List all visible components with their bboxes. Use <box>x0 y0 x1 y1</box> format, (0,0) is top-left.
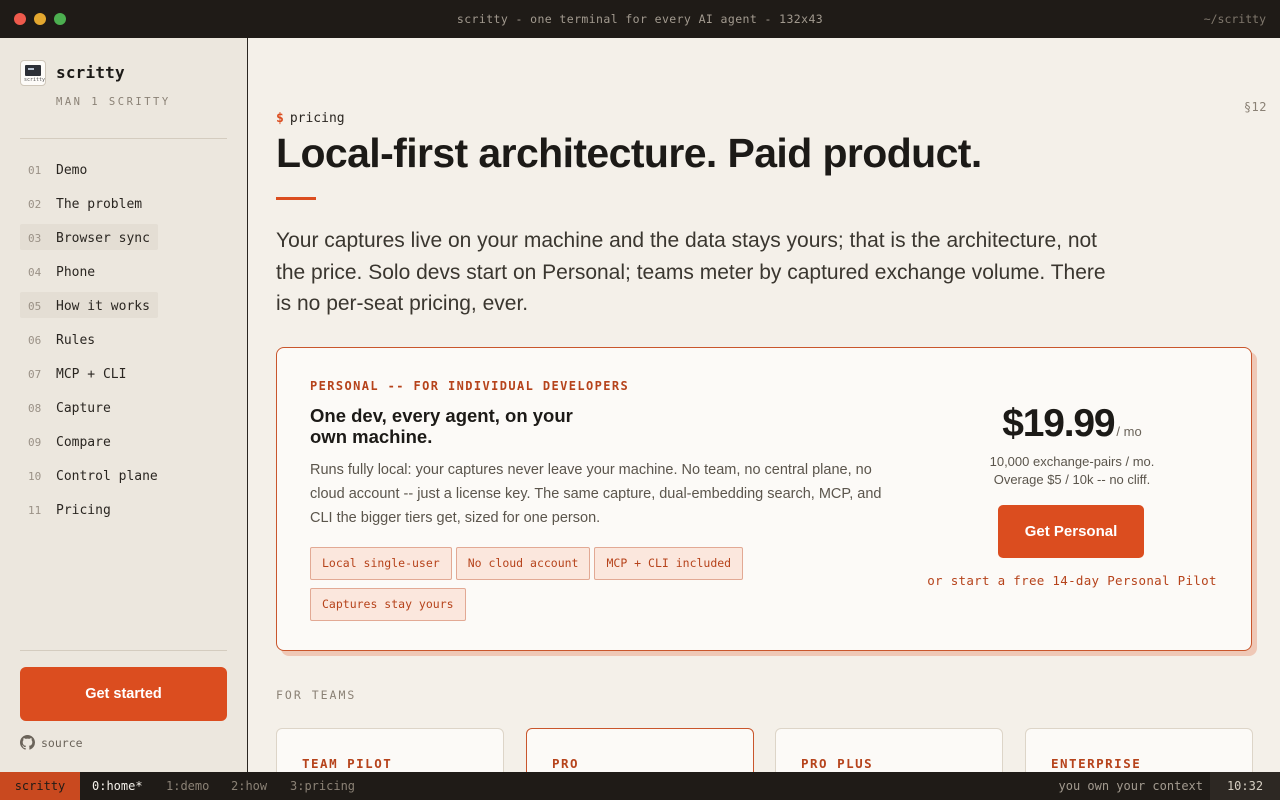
sidebar-item-label: MCP + CLI <box>56 367 127 382</box>
title-bar: scritty - one terminal for every AI agen… <box>0 0 1280 38</box>
source-link-label: source <box>41 736 83 750</box>
source-link[interactable]: source <box>20 735 83 750</box>
sidebar-item-compare[interactable]: 09 Compare <box>20 428 227 462</box>
sidebar-item-control-plane[interactable]: 10 Control plane <box>20 462 227 496</box>
prompt-text: pricing <box>289 111 345 126</box>
tier-name: PRO PLUS <box>801 756 874 771</box>
sidebar-item-label: Demo <box>56 163 88 178</box>
window-title: scritty - one terminal for every AI agen… <box>456 12 824 26</box>
sidebar-divider <box>20 138 227 139</box>
sidebar-item-label: Control plane <box>56 469 158 484</box>
tier-card-pro[interactable]: PRO <box>526 728 754 772</box>
sidebar-item-the-problem[interactable]: 02 The problem <box>20 190 227 224</box>
prompt-symbol: $ <box>276 111 284 126</box>
sidebar-item-label: Phone <box>56 265 96 280</box>
feature-tag: MCP + CLI included <box>594 547 744 580</box>
intro-paragraph: Your captures live on your machine and t… <box>276 229 1106 315</box>
window-tab-home[interactable]: 0:home* <box>92 772 143 800</box>
feature-tag: Captures stay yours <box>310 588 466 621</box>
sidebar-item-pricing[interactable]: 11 Pricing <box>20 496 227 530</box>
sidebar-item-label: Rules <box>56 333 96 348</box>
tier-name: TEAM PILOT <box>302 756 393 771</box>
sidebar-item-rules[interactable]: 06 Rules <box>20 326 227 360</box>
sidebar-divider <box>20 650 227 651</box>
plan-overage: Overage $5 / 10k -- no cliff. <box>993 472 1151 487</box>
sidebar-item-label: Capture <box>56 401 111 416</box>
sidebar-item-how-it-works[interactable]: 05 How it works <box>20 292 227 326</box>
get-started-button[interactable]: Get started <box>20 667 227 721</box>
teams-section-label: FOR TEAMS <box>276 688 357 702</box>
brand-subtitle: MAN 1 SCRITTY <box>56 96 171 108</box>
tier-name: ENTERPRISE <box>1051 756 1142 771</box>
sidebar-item-demo[interactable]: 01 Demo <box>20 156 227 190</box>
section-prompt: $ pricing <box>276 111 345 126</box>
sidebar-item-label: Compare <box>56 435 111 450</box>
price-column: $19.99/ mo 10,000 exchange-pairs / mo. O… <box>897 348 1247 648</box>
price-period: / mo <box>1116 424 1142 439</box>
plan-description: Runs fully local: your captures never le… <box>310 462 882 526</box>
sidebar-item-phone[interactable]: 04 Phone <box>20 258 227 292</box>
sidebar-item-label: Pricing <box>56 503 111 518</box>
tier-card-enterprise[interactable]: ENTERPRISE <box>1025 728 1253 772</box>
sidebar-item-mcp-cli[interactable]: 07 MCP + CLI <box>20 360 227 394</box>
plan-title: One dev, every agent, on your own machin… <box>310 405 573 447</box>
sidebar: scritty scritty MAN 1 SCRITTY 01 Demo 02 T… <box>0 38 248 772</box>
feature-tag: No cloud account <box>455 547 591 580</box>
personal-plan-card: PERSONAL -- FOR INDIVIDUAL DEVELOPERS On… <box>276 347 1252 651</box>
session-name: scritty <box>0 772 80 800</box>
brand-name[interactable]: scritty <box>56 63 125 82</box>
sidebar-item-capture[interactable]: 08 Capture <box>20 394 227 428</box>
plan-quota: 10,000 exchange-pairs / mo. <box>989 454 1155 469</box>
window-tab-pricing[interactable]: 3:pricing <box>290 772 355 800</box>
plan-price: $19.99/ mo <box>897 402 1247 446</box>
status-bar: scritty 0:home* 1:demo 2:how 3:pricing y… <box>0 772 1280 800</box>
sidebar-item-label: How it works <box>56 299 150 314</box>
personal-pilot-link[interactable]: or start a free 14-day Personal Pilot <box>897 573 1247 588</box>
feature-tag: Local single-user <box>310 547 452 580</box>
sidebar-item-label: The problem <box>56 197 143 212</box>
sidebar-nav: 01 Demo 02 The problem 03 Browser sync 04 Ph… <box>20 156 227 530</box>
status-message: you own your context <box>1058 779 1204 793</box>
status-clock: 10:32 <box>1210 772 1280 800</box>
page-title: Local-first architecture. Paid product. <box>276 130 982 176</box>
window-path: ~/scritty <box>1203 12 1266 26</box>
main-content: §12 $ pricing Local-first architecture. P… <box>248 38 1280 772</box>
section-number: §12 <box>1243 100 1267 114</box>
plan-eyebrow: PERSONAL -- FOR INDIVIDUAL DEVELOPERS <box>310 379 630 393</box>
get-personal-button[interactable]: Get Personal <box>998 505 1144 558</box>
tier-card-pro-plus[interactable]: PRO PLUS <box>775 728 1003 772</box>
accent-rule <box>276 197 316 200</box>
tier-card-team-pilot[interactable]: TEAM PILOT <box>276 728 504 772</box>
tier-name: PRO <box>552 756 580 771</box>
app-logo-icon[interactable]: scritty <box>20 60 46 86</box>
price-amount: $19.99 <box>1002 402 1115 445</box>
sidebar-item-browser-sync[interactable]: 03 Browser sync <box>20 224 227 258</box>
github-icon <box>20 735 35 750</box>
window-tab-how[interactable]: 2:how <box>231 772 267 800</box>
feature-tags: Local single-user No cloud account MCP + C… <box>310 547 870 629</box>
sidebar-item-label: Browser sync <box>56 231 150 246</box>
window-tab-demo[interactable]: 1:demo <box>166 772 209 800</box>
